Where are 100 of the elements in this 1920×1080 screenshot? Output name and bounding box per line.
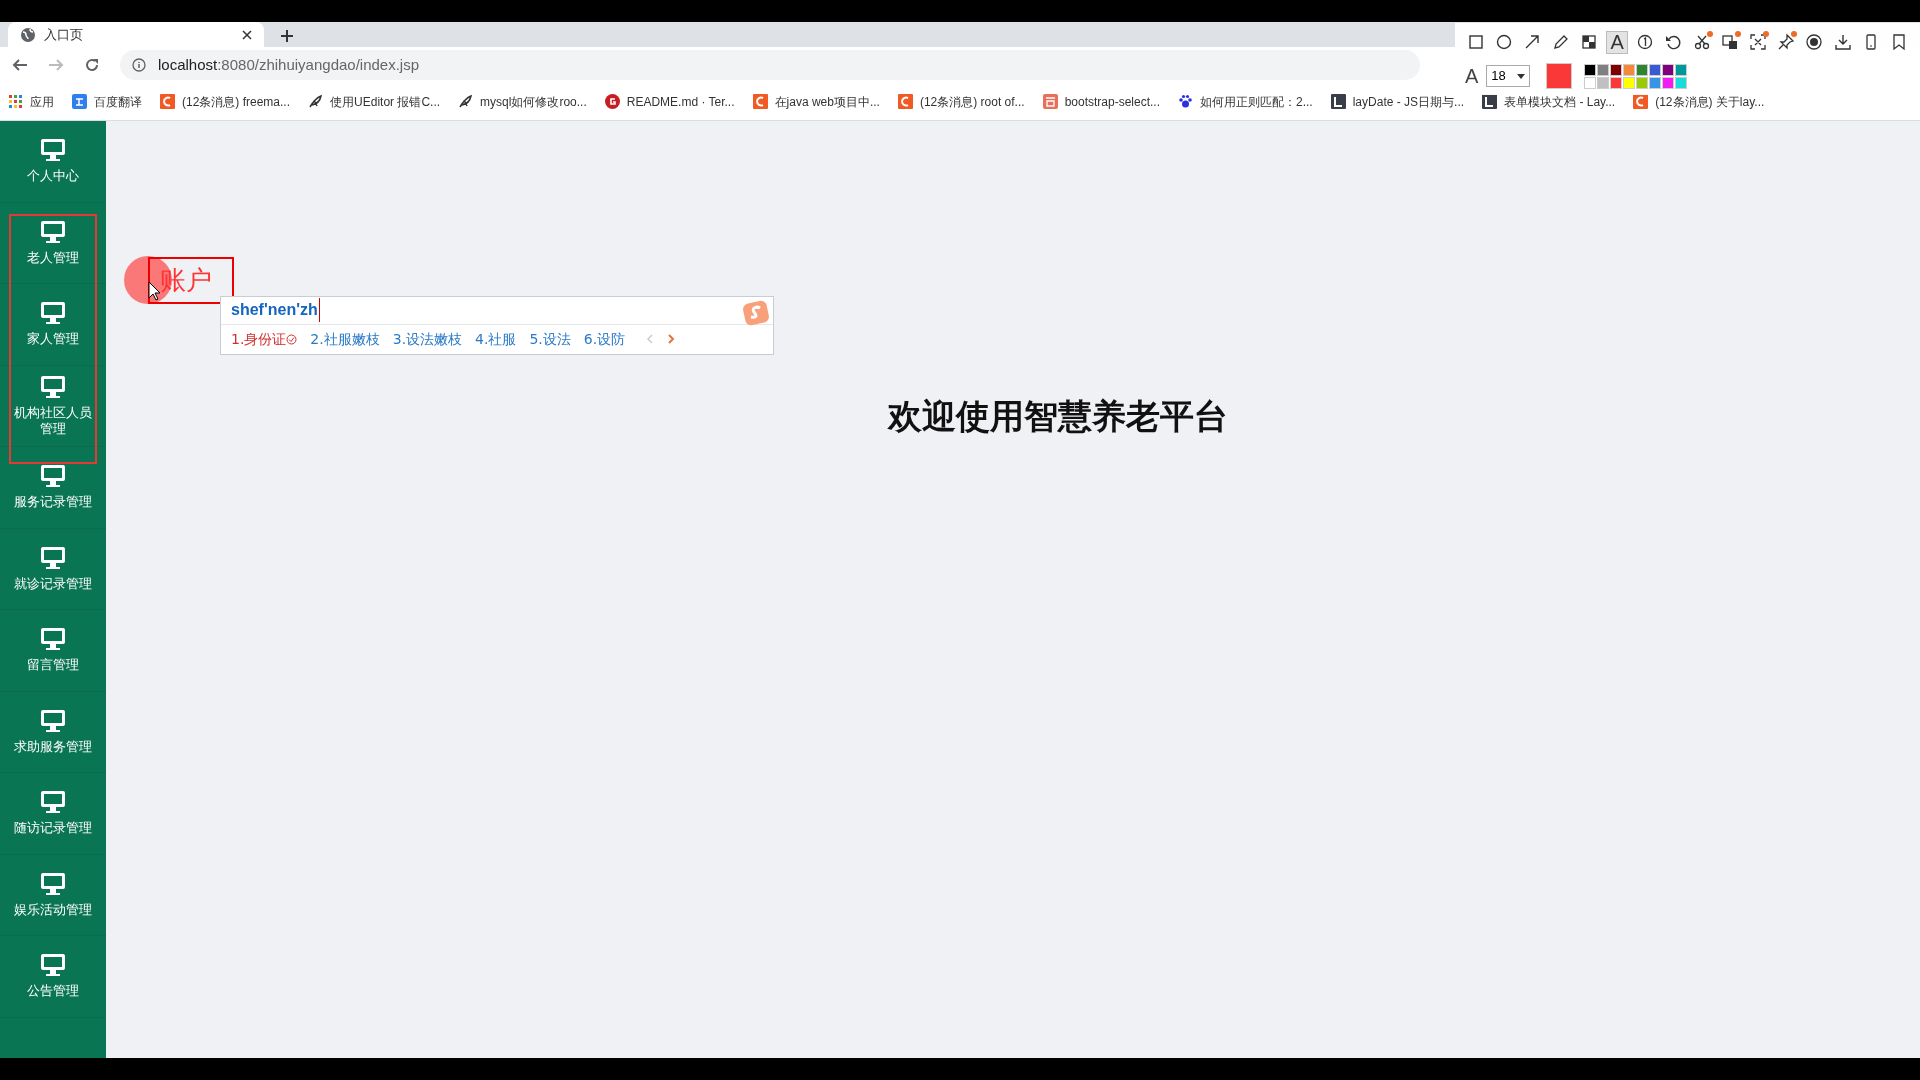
bookmark-link[interactable]: layDate - JS日期与...: [1330, 92, 1465, 111]
bookmark-link[interactable]: mysql如何修改roo...: [458, 92, 587, 111]
bookmark-favicon: [604, 94, 620, 109]
monitor-icon: [40, 138, 66, 163]
color-swatch[interactable]: [1610, 76, 1623, 89]
bookmark-link[interactable]: 百度翻译: [72, 92, 142, 111]
bookmark-link[interactable]: 在java web项目中...: [752, 92, 880, 111]
numbered-marker-icon: [1636, 33, 1655, 51]
font-size-select[interactable]: 18: [1486, 65, 1531, 87]
feather-icon: [458, 94, 474, 109]
color-swatch[interactable]: [1610, 63, 1623, 76]
apps-icon: [8, 94, 23, 109]
monitor-icon: [40, 627, 66, 652]
sidebar-item[interactable]: 家人管理: [0, 284, 106, 366]
sidebar-item[interactable]: 个人中心: [0, 121, 106, 203]
tab-title: 入口页: [44, 25, 84, 44]
color-swatch[interactable]: [1649, 76, 1662, 89]
bookmark-favicon: [1330, 94, 1346, 109]
next-icon[interactable]: [667, 334, 676, 345]
color-swatch[interactable]: [1649, 63, 1662, 76]
circle-icon: [1495, 33, 1514, 51]
sidebar-item[interactable]: 娱乐活动管理: [0, 854, 106, 936]
bookmark-link[interactable]: 应用: [8, 92, 54, 111]
pencil-icon: [1551, 33, 1570, 51]
monitor-icon: [40, 374, 66, 399]
bookmark-link[interactable]: README.md · Ter...: [604, 92, 735, 111]
monitor-icon: [40, 708, 66, 733]
sidebar-item[interactable]: 服务记录管理: [0, 447, 106, 529]
bookmark-favicon: [1042, 94, 1058, 109]
color-swatch[interactable]: [1675, 63, 1688, 76]
ime-candidate[interactable]: 5.设法: [529, 328, 571, 350]
color-swatch[interactable]: [1636, 76, 1649, 89]
monitor-icon: [40, 301, 66, 326]
bookmark-link[interactable]: bootstrap-select...: [1042, 92, 1160, 111]
monitor-icon: [40, 219, 66, 244]
color-swatch[interactable]: [1597, 63, 1610, 76]
sidebar-item[interactable]: 老人管理: [0, 202, 106, 284]
sidebar-item[interactable]: 留言管理: [0, 610, 106, 692]
caret-icon: [1517, 73, 1526, 79]
pin-icon: [1777, 33, 1796, 51]
sidebar-item[interactable]: 随访记录管理: [0, 773, 106, 855]
bookmark-link[interactable]: 如何用正则匹配：2...: [1178, 92, 1313, 111]
sidebar-item[interactable]: 就诊记录管理: [0, 528, 106, 610]
monitor-icon: [40, 464, 66, 489]
ime-candidate[interactable]: 1.身份证: [231, 328, 298, 350]
paw-icon: [1178, 94, 1193, 109]
rectangle-icon: [1467, 33, 1486, 51]
cursor-icon: [148, 281, 162, 301]
bookmark-link[interactable]: (12条消息) freema...: [160, 92, 291, 111]
bookmark-link[interactable]: (12条消息) 关于lay...: [1633, 92, 1765, 111]
url-text: localhost:8080/zhihuiyangdao/index.jsp: [158, 54, 420, 75]
color-swatch[interactable]: [1662, 63, 1675, 76]
color-swatch[interactable]: [1636, 63, 1649, 76]
monitor-icon: [40, 790, 66, 815]
translate-icon: [72, 94, 87, 109]
bookmark-favicon: [160, 94, 175, 109]
mosaic-icon: [1579, 33, 1598, 51]
color-swatch[interactable]: [1584, 76, 1597, 89]
monitor-icon: [40, 871, 66, 896]
sidebar-item[interactable]: 求助服务管理: [0, 691, 106, 773]
feather-icon: [308, 94, 324, 109]
info-icon: [132, 58, 146, 72]
sidebar-item[interactable]: 机构社区人员管理: [0, 365, 106, 447]
font-size-label: A: [1465, 64, 1479, 89]
globe-icon: [20, 26, 36, 43]
scissors-icon: [1692, 33, 1711, 51]
bookmark-link[interactable]: (12条消息) root of...: [897, 92, 1025, 111]
check-icon: [286, 333, 298, 345]
download-icon: [1833, 33, 1852, 51]
record-icon: [1805, 33, 1824, 51]
ime-candidate[interactable]: 2.社服嫩枝: [310, 328, 380, 350]
browser-tab[interactable]: 入口页: [8, 22, 264, 47]
color-swatch[interactable]: [1662, 76, 1675, 89]
color-swatch[interactable]: [1623, 63, 1636, 76]
monitor-icon: [40, 953, 66, 978]
monitor-icon: [40, 545, 66, 570]
address-bar[interactable]: localhost:8080/zhihuiyangdao/index.jsp: [120, 50, 1420, 80]
ime-candidate[interactable]: 3.设法嫩枝: [392, 328, 463, 350]
current-color-swatch[interactable]: [1546, 63, 1573, 89]
translate-icon: [1720, 33, 1739, 51]
color-swatch[interactable]: [1584, 63, 1597, 76]
back-icon[interactable]: [12, 57, 28, 73]
color-swatch[interactable]: [1675, 76, 1688, 89]
bookmark-link[interactable]: 表单模块文档 - Lay...: [1482, 92, 1616, 111]
bookmark-link[interactable]: 使用UEditor 报错C...: [308, 92, 441, 111]
arrow-icon: [1523, 33, 1542, 51]
text-tool-button[interactable]: A: [1605, 30, 1629, 54]
bookmark-favicon: [897, 94, 913, 109]
reload-icon[interactable]: [84, 57, 100, 73]
sidebar-item[interactable]: 公告管理: [0, 936, 106, 1018]
color-swatch[interactable]: [1597, 76, 1610, 89]
expand-icon: [1749, 33, 1768, 51]
ime-candidate[interactable]: 6.设防: [583, 328, 626, 350]
close-icon[interactable]: [242, 29, 252, 40]
color-swatch[interactable]: [1623, 76, 1636, 89]
ime-candidate[interactable]: 4.社服: [475, 328, 517, 350]
undo-icon: [1664, 33, 1683, 51]
bookmark-favicon: [752, 94, 768, 109]
new-tab-icon[interactable]: [280, 29, 294, 43]
welcome-heading: 欢迎使用智慧养老平台: [888, 396, 1228, 437]
